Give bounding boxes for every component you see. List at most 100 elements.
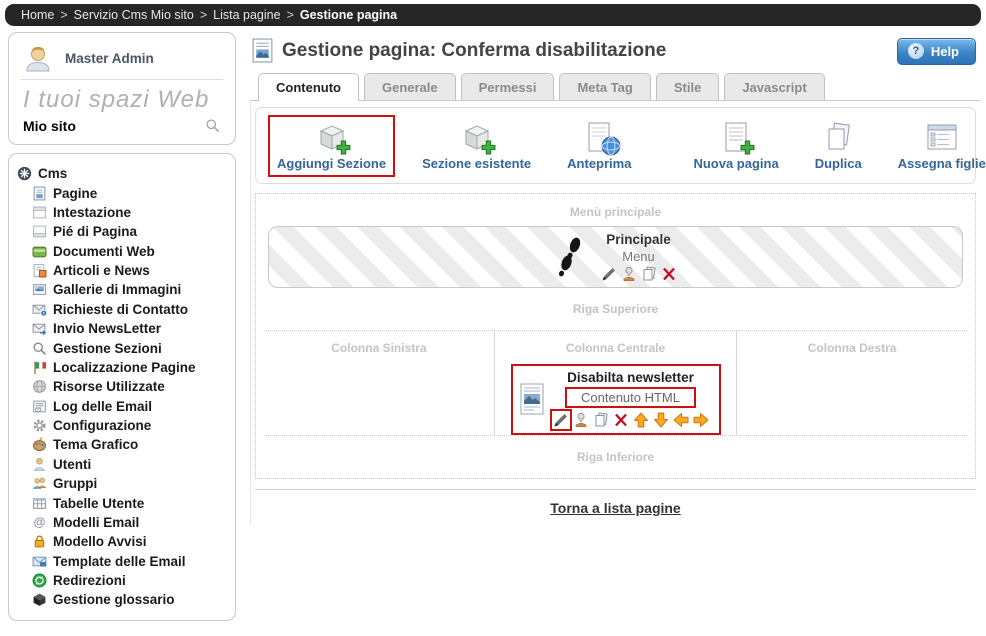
toolbar: Aggiungi Sezione Sezione esistente Antep… (255, 107, 976, 184)
page-title: Gestione pagina: Conferma disabilitazion… (282, 40, 666, 62)
gear-icon (32, 418, 47, 433)
site-name[interactable]: Mio sito (23, 118, 76, 134)
tab-generale[interactable]: Generale (364, 73, 456, 100)
toolbar-button-anteprima[interactable]: Anteprima (558, 115, 640, 177)
sidebar-item-log-email[interactable]: Log delle Email (32, 397, 227, 416)
move-left-arrow-icon[interactable] (673, 412, 689, 428)
user-avatar-icon (23, 43, 53, 73)
search-icon[interactable] (205, 118, 221, 134)
sidebar-item-gestione-sezioni[interactable]: Gestione Sezioni (32, 338, 227, 357)
move-right-arrow-icon[interactable] (693, 412, 709, 428)
tab-stile[interactable]: Stile (656, 73, 719, 100)
approve-stamp-icon[interactable] (621, 266, 637, 282)
toolbar-button-assegna-figlie[interactable]: Assegna figlie (889, 115, 986, 177)
left-column-label: Colonna Sinistra (264, 341, 494, 355)
bottom-row-label: Riga Inferiore (577, 450, 654, 464)
breadcrumb-separator: > (200, 8, 207, 22)
toolbar-button-label: Duplica (815, 156, 862, 171)
green-folder-icon (32, 244, 47, 259)
sidebar-item-invio-newsletter[interactable]: Invio NewsLetter (32, 319, 227, 338)
sidebar-item-label: Risorse Utilizzate (53, 379, 165, 394)
toolbar-button-label: Sezione esistente (422, 156, 531, 171)
send-mail-icon (32, 321, 47, 336)
breadcrumb-lista-pagine[interactable]: Lista pagine (213, 8, 280, 22)
breadcrumb-servizio-cms[interactable]: Servizio Cms Mio sito (74, 8, 194, 22)
sidebar-item-configurazione[interactable]: Configurazione (32, 416, 227, 435)
bottom-row-zone: Riga Inferiore (264, 435, 967, 478)
columns-zone: Colonna Sinistra Colonna Centrale (264, 330, 967, 435)
palette-icon (32, 437, 47, 452)
toolbar-button-nuova-pagina[interactable]: Nuova pagina (684, 115, 787, 177)
tab-panel-contenuto: Aggiungi Sezione Sezione esistente Antep… (250, 100, 980, 524)
sidebar-item-risorse-utilizzate[interactable]: Risorse Utilizzate (32, 377, 227, 396)
sidebar-item-cms[interactable]: Cms (17, 164, 227, 183)
toolbar-button-duplica[interactable]: Duplica (806, 115, 871, 177)
move-up-arrow-icon[interactable] (633, 412, 649, 428)
magnifier-icon (32, 341, 47, 356)
sidebar-item-modelli-email[interactable]: Modelli Email (32, 513, 227, 532)
main-menu-block: Principale Menu (268, 226, 963, 288)
html-page-thumbnail (520, 383, 544, 415)
sidebar-item-tabelle-utente[interactable]: Tabelle Utente (32, 493, 227, 512)
sidebar-item-label: Tabelle Utente (53, 496, 144, 511)
sidebar-item-gestione-glossario[interactable]: Gestione glossario (32, 590, 227, 609)
back-to-page-list-link[interactable]: Torna a lista pagine (550, 500, 680, 516)
flag-icon (32, 360, 47, 375)
sidebar-item-utenti[interactable]: Utenti (32, 455, 227, 474)
breadcrumb-current-page: Gestione pagina (300, 8, 397, 22)
sidebar-item-label: Modello Avvisi (53, 534, 147, 549)
sidebar-item-tema-grafico[interactable]: Tema Grafico (32, 435, 227, 454)
sidebar-item-pagine[interactable]: Pagine (32, 183, 227, 202)
sidebar-item-redirezioni[interactable]: Redirezioni (32, 571, 227, 590)
move-down-arrow-icon[interactable] (653, 412, 669, 428)
sidebar-item-label: Gestione Sezioni (53, 341, 162, 356)
page-title-icon (252, 38, 273, 63)
sidebar-item-pie-di-pagina[interactable]: Pié di Pagina (32, 222, 227, 241)
toolbar-button-label: Assegna figlie (898, 156, 986, 171)
news-icon (32, 263, 47, 278)
copy-icon[interactable] (641, 266, 657, 282)
approve-stamp-icon[interactable] (573, 412, 589, 428)
sidebar-item-documenti-web[interactable]: Documenti Web (32, 242, 227, 261)
sidebar-item-label: Localizzazione Pagine (53, 360, 196, 375)
menu-block-title: Principale (601, 232, 677, 249)
tab-permessi[interactable]: Permessi (461, 73, 555, 100)
help-button[interactable]: ? Help (897, 38, 976, 65)
sidebar-item-label: Gruppi (53, 476, 97, 491)
left-column-zone: Colonna Sinistra (264, 331, 494, 435)
sidebar-item-intestazione[interactable]: Intestazione (32, 203, 227, 222)
sidebar-item-label: Tema Grafico (53, 437, 138, 452)
sidebar-item-gallerie-immagini[interactable]: Gallerie di Immagini (32, 280, 227, 299)
delete-x-icon[interactable] (613, 412, 629, 428)
sidebar-item-gruppi[interactable]: Gruppi (32, 474, 227, 493)
breadcrumb-separator: > (287, 8, 294, 22)
sidebar-item-label: Log delle Email (53, 399, 152, 414)
tab-javascript[interactable]: Javascript (724, 73, 824, 100)
cube-add-icon (461, 121, 493, 153)
table-icon (32, 496, 47, 511)
tab-contenuto[interactable]: Contenuto (258, 73, 359, 101)
tab-bar: Contenuto Generale Permessi Meta Tag Sti… (250, 73, 980, 100)
sidebar-item-template-email[interactable]: Template delle Email (32, 552, 227, 571)
delete-x-icon[interactable] (661, 266, 677, 282)
top-row-zone: Riga Superiore (264, 288, 967, 330)
sidebar-item-modello-avvisi[interactable]: Modello Avvisi (32, 532, 227, 551)
toolbar-button-sezione-esistente[interactable]: Sezione esistente (413, 115, 540, 177)
at-sign-icon (32, 515, 47, 530)
sidebar-item-articoli-news[interactable]: Articoli e News (32, 261, 227, 280)
sidebar-item-richieste-contatto[interactable]: Richieste di Contatto (32, 300, 227, 319)
sidebar-item-label: Redirezioni (53, 573, 126, 588)
toolbar-button-aggiungi-sezione[interactable]: Aggiungi Sezione (268, 115, 395, 177)
sidebar-item-label: Invio NewsLetter (53, 321, 161, 336)
sidebar-item-label: Gallerie di Immagini (53, 282, 181, 297)
sidebar-item-localizzazione-pagine[interactable]: Localizzazione Pagine (32, 358, 227, 377)
header-block-icon (32, 205, 47, 220)
redirect-icon (32, 573, 47, 588)
edit-pencil-icon[interactable] (601, 266, 617, 282)
mail-template-icon (32, 554, 47, 569)
breadcrumb-home[interactable]: Home (21, 8, 54, 22)
section-type-label: Contenuto HTML (565, 387, 696, 408)
edit-pencil-icon[interactable] (553, 412, 569, 428)
copy-icon[interactable] (593, 412, 609, 428)
tab-meta-tag[interactable]: Meta Tag (559, 73, 650, 100)
